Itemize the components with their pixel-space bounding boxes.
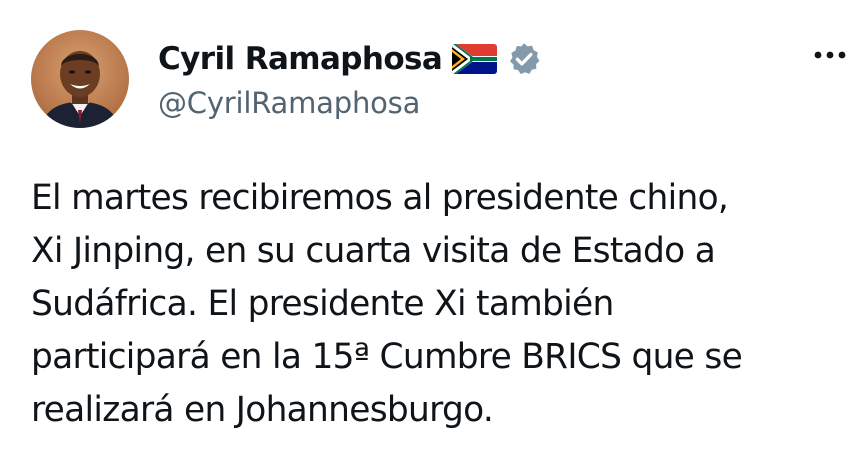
tweet-card: Cyril Ramaphosa @CyrilRamaphosa El marte… xyxy=(0,0,866,454)
tweet-text: El martes recibiremos al presidente chin… xyxy=(31,178,743,430)
author-name-row: Cyril Ramaphosa xyxy=(158,37,542,81)
verified-badge-icon[interactable] xyxy=(506,41,542,77)
south-africa-flag-icon xyxy=(452,44,498,74)
more-options-icon xyxy=(814,51,846,59)
author-display-name[interactable]: Cyril Ramaphosa xyxy=(158,41,443,77)
more-options-button[interactable] xyxy=(808,40,852,70)
avatar-photo-icon xyxy=(31,30,129,128)
author-handle[interactable]: @CyrilRamaphosa xyxy=(158,86,420,120)
author-avatar[interactable] xyxy=(31,30,129,128)
